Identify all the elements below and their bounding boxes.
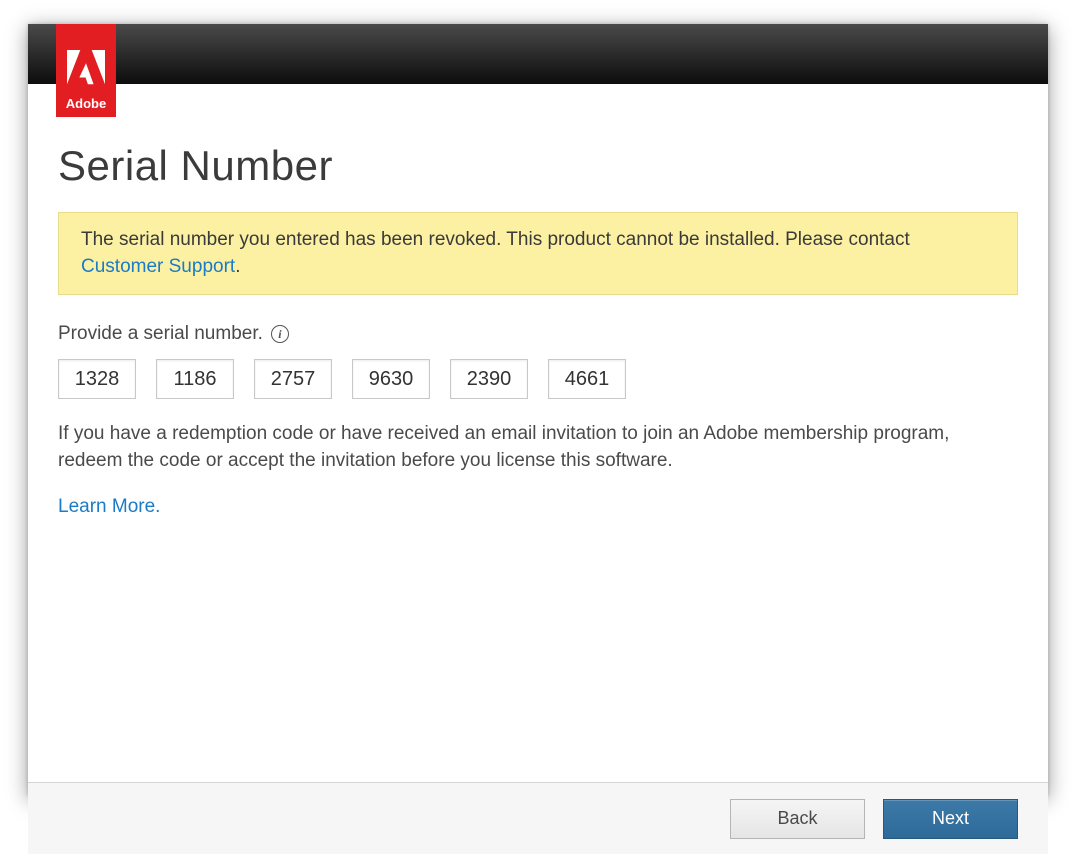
content-area: Serial Number The serial number you ente… [28,142,1048,854]
serial-segment-4[interactable] [352,359,430,399]
footer: Back Next [28,782,1048,854]
customer-support-link[interactable]: Customer Support [81,256,235,277]
alert-message: The serial number you entered has been r… [81,229,910,250]
adobe-logo-text: Adobe [66,96,106,111]
adobe-a-icon [67,50,105,88]
prompt-label: Provide a serial number. [58,323,263,345]
alert-suffix: . [235,256,240,277]
serial-segment-3[interactable] [254,359,332,399]
serial-segment-6[interactable] [548,359,626,399]
titlebar: Adobe [28,24,1048,84]
page-title: Serial Number [58,142,1018,190]
serial-segment-5[interactable] [450,359,528,399]
next-button[interactable]: Next [883,799,1018,839]
alert-box: The serial number you entered has been r… [58,212,1018,295]
adobe-logo: Adobe [56,24,116,117]
back-button[interactable]: Back [730,799,865,839]
serial-input-group [58,359,1018,399]
serial-segment-2[interactable] [156,359,234,399]
installer-window: Adobe Serial Number The serial number yo… [28,24,1048,796]
learn-more-link[interactable]: Learn More. [58,496,160,517]
info-icon[interactable]: i [271,325,289,343]
helper-text: If you have a redemption code or have re… [58,421,1018,474]
prompt-row: Provide a serial number. i [58,323,1018,345]
serial-segment-1[interactable] [58,359,136,399]
